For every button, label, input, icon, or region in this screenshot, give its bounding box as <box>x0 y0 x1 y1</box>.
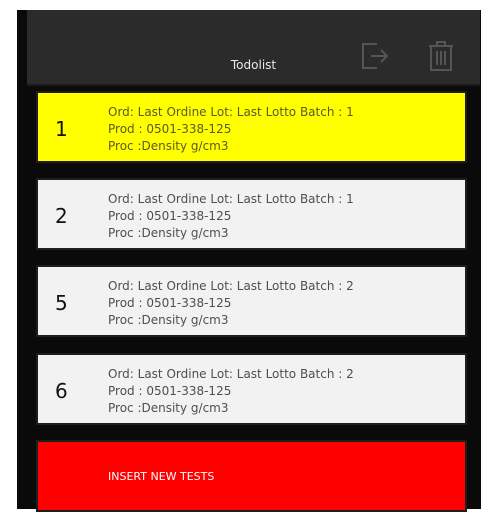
item-order-line: Ord: Last Ordine Lot: Last Lotto Batch :… <box>108 279 354 293</box>
list-item[interactable]: 5 Ord: Last Ordine Lot: Last Lotto Batch… <box>36 265 467 337</box>
item-product-line: Prod : 0501-338-125 <box>108 384 232 398</box>
item-details: Ord: Last Ordine Lot: Last Lotto Batch :… <box>108 104 354 155</box>
item-number: 1 <box>55 117 68 141</box>
insert-new-tests-button[interactable]: INSERT NEW TESTS <box>36 440 467 512</box>
insert-button-label: INSERT NEW TESTS <box>108 470 215 483</box>
header-bar: Todolist <box>27 10 480 86</box>
list-item[interactable]: 6 Ord: Last Ordine Lot: Last Lotto Batch… <box>36 353 467 425</box>
item-product-line: Prod : 0501-338-125 <box>108 209 232 223</box>
item-order-line: Ord: Last Ordine Lot: Last Lotto Batch :… <box>108 105 354 119</box>
item-product-line: Prod : 0501-338-125 <box>108 296 232 310</box>
item-number: 5 <box>55 291 68 315</box>
item-procedure-line: Proc :Density g/cm3 <box>108 226 229 240</box>
item-order-line: Ord: Last Ordine Lot: Last Lotto Batch :… <box>108 367 354 381</box>
item-details: Ord: Last Ordine Lot: Last Lotto Batch :… <box>108 366 354 417</box>
item-procedure-line: Proc :Density g/cm3 <box>108 401 229 415</box>
todolist-app: Todolist 1 Ord: Last Ordine Lot: Last Lo… <box>17 10 481 512</box>
page-title: Todolist <box>230 58 277 72</box>
list-item[interactable]: 1 Ord: Last Ordine Lot: Last Lotto Batch… <box>36 91 467 163</box>
item-details: Ord: Last Ordine Lot: Last Lotto Batch :… <box>108 278 354 329</box>
item-number: 2 <box>55 204 68 228</box>
item-number: 6 <box>55 379 68 403</box>
item-details: Ord: Last Ordine Lot: Last Lotto Batch :… <box>108 191 354 242</box>
item-product-line: Prod : 0501-338-125 <box>108 122 232 136</box>
item-procedure-line: Proc :Density g/cm3 <box>108 313 229 327</box>
item-order-line: Ord: Last Ordine Lot: Last Lotto Batch :… <box>108 192 354 206</box>
item-procedure-line: Proc :Density g/cm3 <box>108 139 229 153</box>
list-item[interactable]: 2 Ord: Last Ordine Lot: Last Lotto Batch… <box>36 178 467 250</box>
